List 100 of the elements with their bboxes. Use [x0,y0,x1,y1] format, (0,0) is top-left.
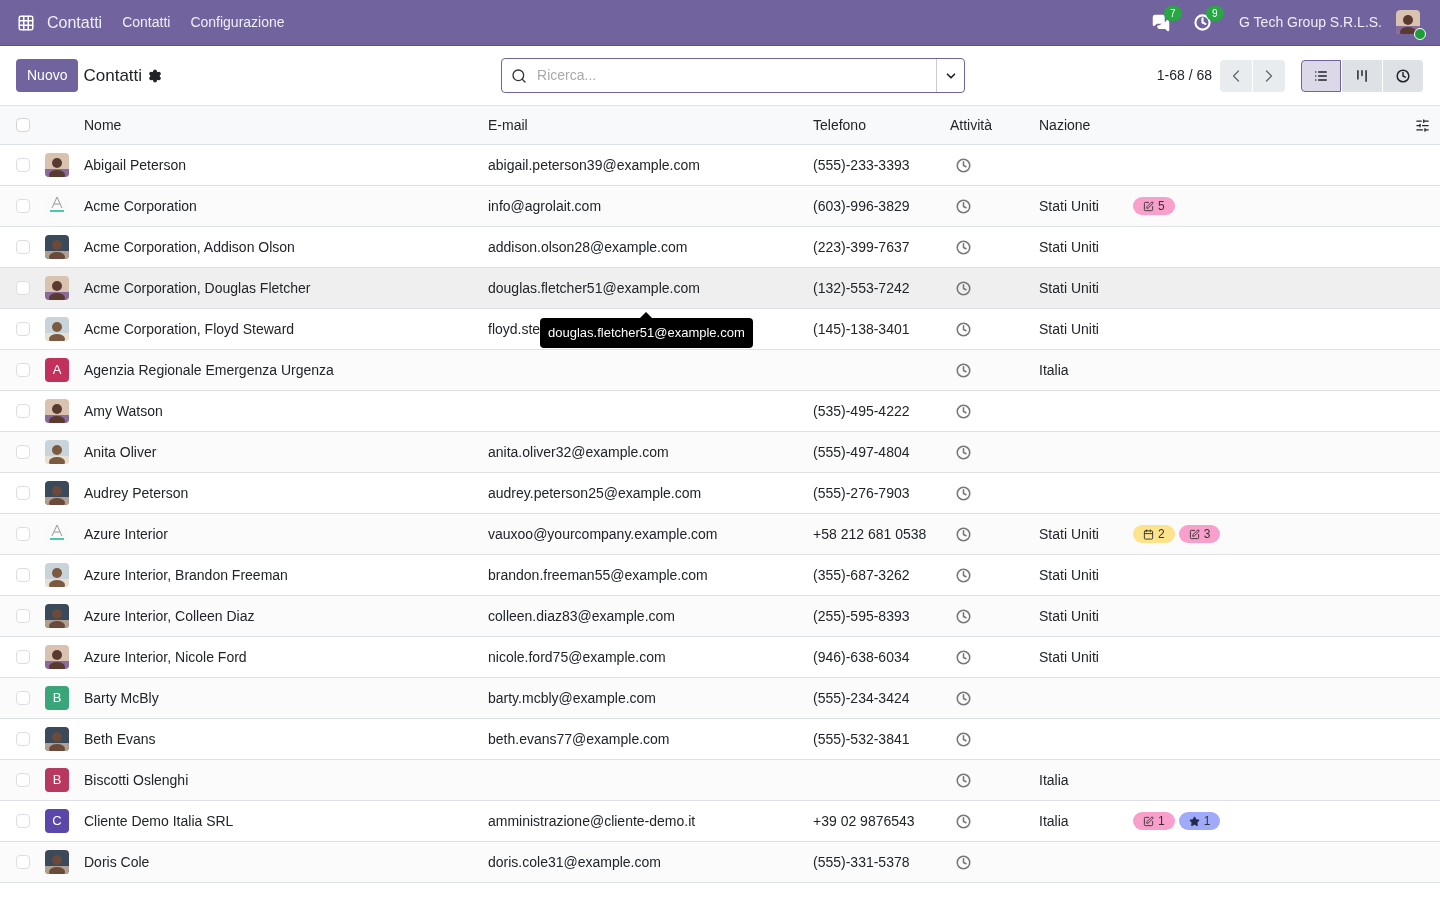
search-bar[interactable]: Ricerca... [501,58,966,93]
email-cell: amministrazione@cliente-demo.it [488,812,696,829]
name-cell-text: Doris Cole [84,852,151,872]
name-cell-text: Abigail Peterson [84,155,187,175]
select-all-checkbox[interactable] [16,118,30,132]
column-header[interactable]: Nome [84,114,488,136]
activity-clock-icon[interactable] [956,403,971,419]
apps-menu-icon[interactable] [17,13,35,32]
message-count-badge: 7 [1164,5,1182,21]
activity-icon[interactable] [1194,14,1212,31]
next-button[interactable] [1253,59,1285,92]
activity-clock-icon[interactable] [956,239,971,255]
activity-clock-icon[interactable] [956,198,971,214]
row-checkbox[interactable] [16,691,30,705]
table-row[interactable]: Azure Interior vauxoo@yourcompany.example.com +58 212 681 0538 Stati Uniti 2 3 [0,514,1440,555]
activity-clock-icon[interactable] [956,690,971,706]
row-checkbox[interactable] [16,445,30,459]
email-cell: nicole.ford75@example.com [488,648,666,665]
activity-clock-icon[interactable] [956,731,971,747]
column-header[interactable]: Nazione [1039,114,1133,136]
row-checkbox[interactable] [16,486,30,500]
tag-badge: 2 [1133,525,1175,543]
phone-cell: (535)-495-4222 [813,402,910,419]
row-checkbox[interactable] [16,773,30,787]
row-checkbox[interactable] [16,404,30,418]
menu-link[interactable]: Configurazione [190,12,285,33]
row-checkbox[interactable] [16,855,30,869]
activity-clock-icon[interactable] [956,608,971,624]
activity-clock-icon[interactable] [956,485,971,501]
name-cell-text: Barty McBly [84,688,160,708]
email-cell: beth.evans77@example.com [488,730,670,747]
country-cell: Stati Uniti [1039,238,1099,255]
row-checkbox[interactable] [16,568,30,582]
country-cell: Italia [1039,771,1069,788]
messages-icon[interactable] [1152,13,1171,32]
name-cell-text: Cliente Demo Italia SRL [84,811,235,831]
tag-badge: 3 [1178,525,1221,543]
kanban-view-button[interactable] [1342,59,1382,92]
menu-link[interactable]: Contatti [122,12,171,33]
pager-value[interactable]: 1-68 / 68 [1156,65,1212,86]
name-cell-text: Acme Corporation, Douglas Fletcher [84,278,312,298]
activity-clock-icon[interactable] [956,526,971,542]
row-checkbox[interactable] [16,814,30,828]
activity-clock-icon[interactable] [956,362,971,378]
table-row[interactable]: B Biscotti Oslenghi Italia [0,760,1440,801]
row-checkbox[interactable] [16,609,30,623]
table-row[interactable]: B Barty McBly barty.mcbly@example.com (555)-234-3424 [0,678,1440,719]
row-checkbox[interactable] [16,650,30,664]
country-cell: Italia [1039,361,1069,378]
email-cell: addison.olson28@example.com [488,238,688,255]
breadcrumb-title: Contatti [83,64,143,87]
activity-count-badge: 9 [1206,6,1224,21]
name-cell-text: Anita Oliver [84,442,158,462]
app-title[interactable]: Contatti [47,10,103,35]
settings-icon[interactable] [148,68,163,83]
row-checkbox[interactable] [16,240,30,254]
email-cell: colleen.diaz83@example.com [488,607,675,624]
activity-clock-icon[interactable] [956,649,971,665]
phone-cell: (132)-553-7242 [813,279,910,296]
phone-cell: (223)-399-7637 [813,238,910,255]
activity-clock-icon[interactable] [956,321,971,337]
previous-button[interactable] [1220,59,1252,92]
table-row[interactable]: Anita Oliver anita.oliver32@example.com (555)-497-4804 [0,432,1440,473]
table-row[interactable]: A Agenzia Regionale Emergenza Urgenza Italia [0,350,1440,391]
search-input[interactable]: Ricerca... [537,65,937,86]
activity-view-button[interactable] [1383,59,1423,92]
company-name[interactable]: G Tech Group S.R.L.S. [1239,12,1382,33]
row-checkbox[interactable] [16,732,30,746]
name-cell-text: Acme Corporation, Floyd Steward [84,319,296,339]
country-cell: Stati Uniti [1039,648,1099,665]
activity-clock-icon[interactable] [956,280,971,296]
row-checkbox[interactable] [16,281,30,295]
table-row[interactable]: Azure Interior, Colleen Diaz colleen.diaz83@example.com (255)-595-8393 Stati Uniti [0,596,1440,637]
row-checkbox[interactable] [16,158,30,172]
table-row[interactable]: Acme Corporation, Douglas Fletcher douglas.fletcher51@example.com (132)-553-7242 Stati Uniti [0,268,1440,309]
row-checkbox[interactable] [16,322,30,336]
row-checkbox[interactable] [16,199,30,213]
activity-clock-icon[interactable] [956,157,971,173]
email-cell: douglas.fletcher51@example.com [488,279,700,296]
column-header[interactable]: Telefono [813,114,950,136]
column-header[interactable]: Attività [950,114,1039,136]
tag-badge: 5 [1133,197,1175,215]
list-view-button[interactable] [1301,59,1341,92]
activity-clock-icon[interactable] [956,813,971,829]
table-row[interactable]: Doris Cole doris.cole31@example.com (555)-331-5378 [0,842,1440,883]
email-cell: floyd.ste [488,320,541,337]
phone-cell: (555)-331-5378 [813,853,910,870]
email-cell: vauxoo@yourcompany.example.com [488,525,718,542]
new-button[interactable]: Nuovo [16,59,79,92]
activity-clock-icon[interactable] [956,772,971,788]
phone-cell: (555)-532-3841 [813,730,910,747]
column-header[interactable]: E-mail [488,114,813,136]
name-cell-text: Azure Interior, Colleen Diaz [84,606,256,626]
row-checkbox[interactable] [16,363,30,377]
row-checkbox[interactable] [16,527,30,541]
activity-clock-icon[interactable] [956,567,971,583]
activity-clock-icon[interactable] [956,854,971,870]
table-row[interactable]: Acme Corporation info@agrolait.com (603)-996-3829 Stati Uniti 5 [0,186,1440,227]
column-settings-icon[interactable] [1415,117,1430,133]
activity-clock-icon[interactable] [956,444,971,460]
